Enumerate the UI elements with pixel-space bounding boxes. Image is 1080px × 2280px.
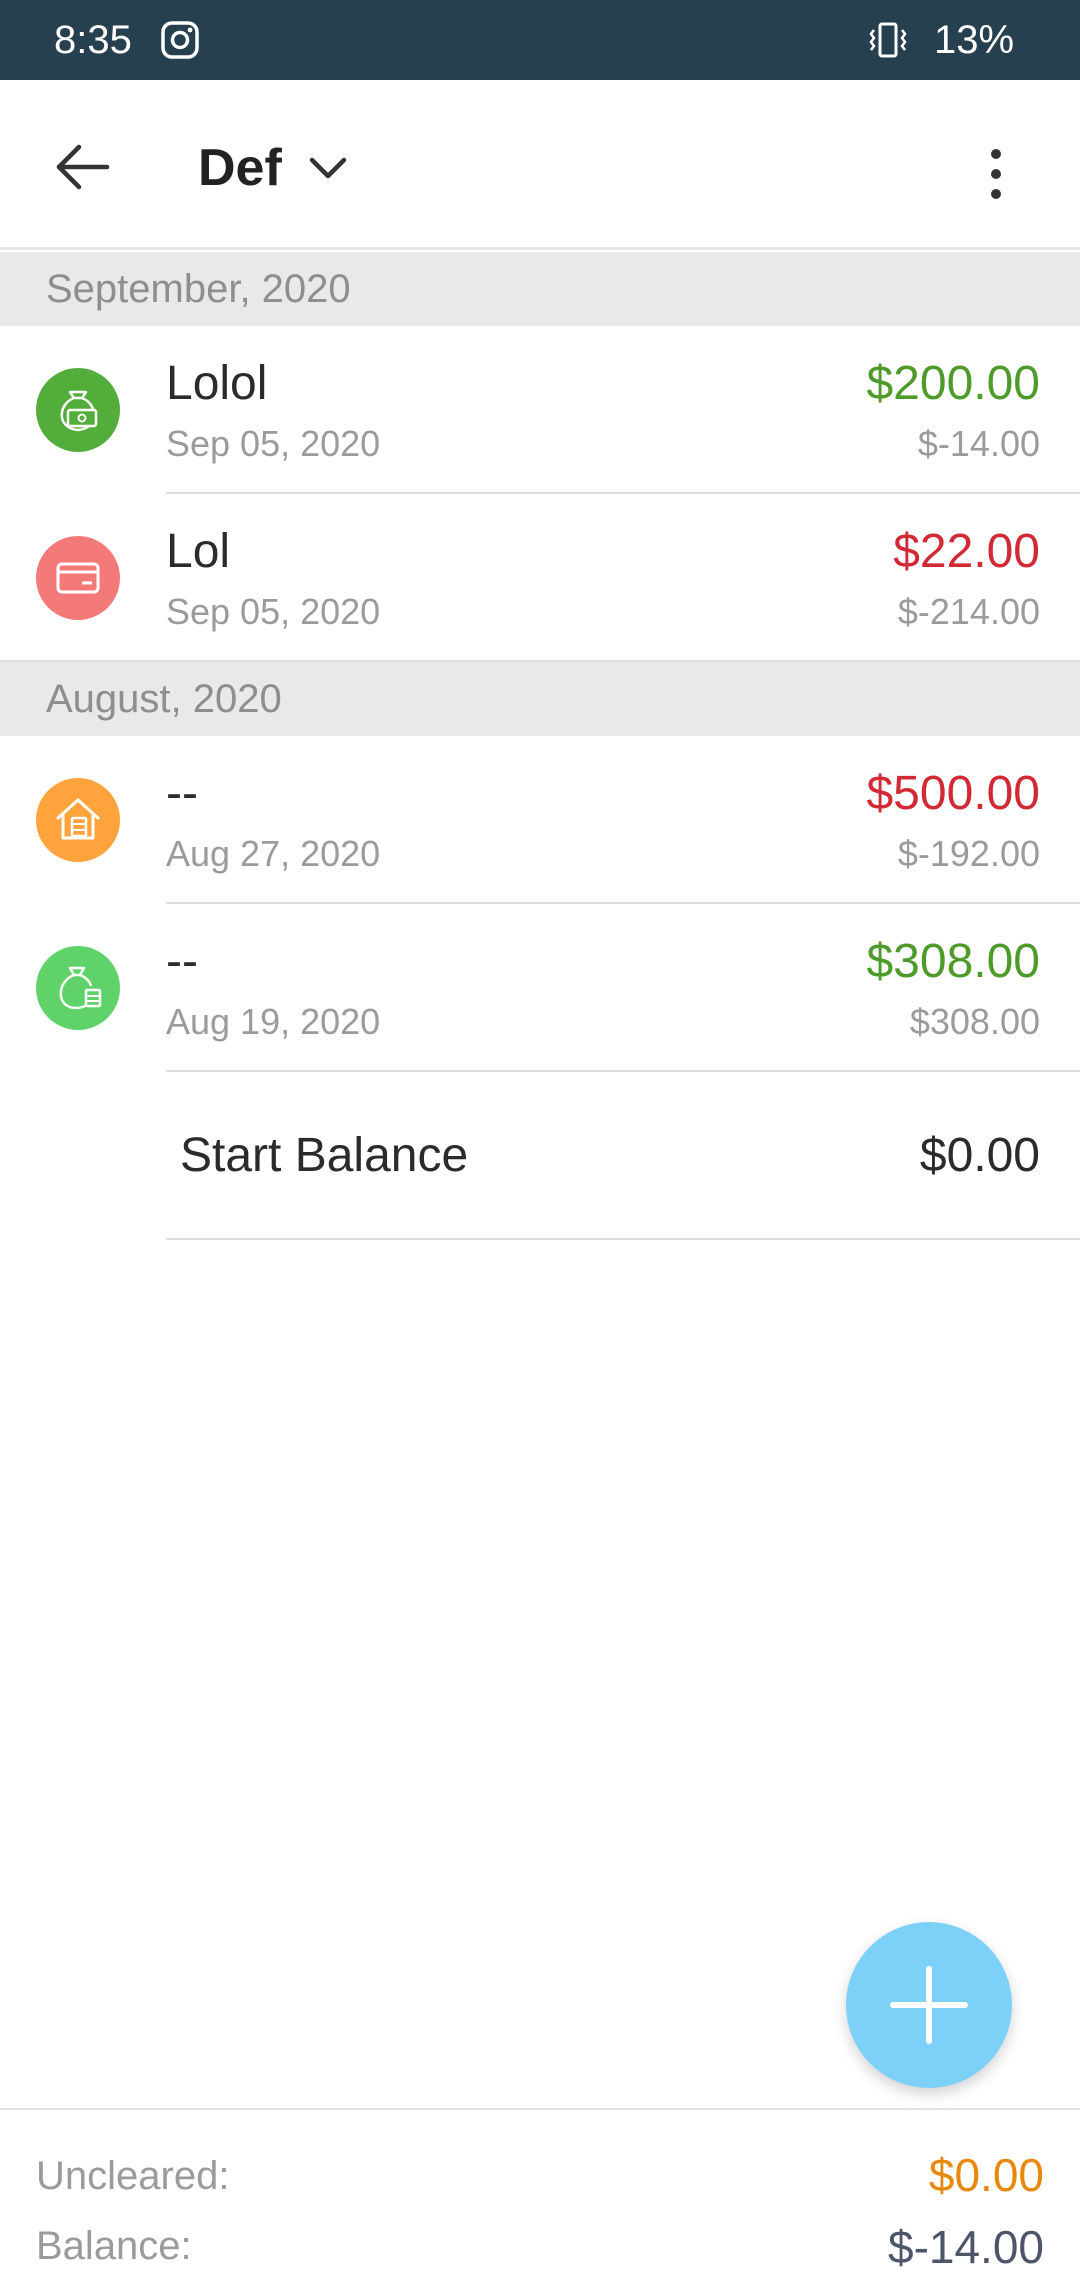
house-coins-icon [36, 778, 120, 862]
transaction-amount: $22.00 [893, 525, 1040, 578]
transaction-date: Sep 05, 2020 [166, 423, 381, 464]
transaction-amount: $200.00 [866, 357, 1040, 410]
transaction-row[interactable]: -- Aug 27, 2020 $500.00 $-192.00 [0, 736, 1080, 904]
transaction-date: Aug 19, 2020 [166, 1001, 381, 1042]
section-header: August, 2020 [0, 662, 1080, 736]
start-balance-row: Start Balance $0.00 [0, 1072, 1080, 1240]
running-balance: $-192.00 [897, 833, 1040, 874]
battery-level: 13% [934, 18, 1015, 62]
transaction-date: Sep 05, 2020 [166, 591, 381, 632]
money-bag-coins-icon [36, 946, 120, 1030]
back-button[interactable] [40, 124, 126, 210]
transaction-row[interactable]: Lol Sep 05, 2020 $22.00 $-214.00 [0, 494, 1080, 662]
running-balance: $-214.00 [897, 591, 1040, 632]
app-bar: Def [0, 80, 1080, 250]
balance-footer: Uncleared: $0.00 Balance: $-14.00 [0, 2108, 1080, 2280]
running-balance: $308.00 [909, 1001, 1040, 1042]
credit-card-icon [36, 536, 120, 620]
transaction-amount: $308.00 [866, 935, 1040, 988]
divider [166, 1238, 1080, 1240]
money-bag-cash-icon [36, 368, 120, 452]
page-title: Def [198, 139, 282, 197]
transaction-amount: $500.00 [866, 767, 1040, 820]
screen: 8:35 13% Def September, 2020 Lolol Sep 0… [0, 0, 1080, 2280]
start-balance-label: Start Balance [180, 1129, 469, 1182]
transaction-name: -- [166, 935, 198, 988]
back-arrow-icon [56, 144, 110, 190]
transaction-name: -- [166, 767, 198, 820]
account-selector[interactable]: Def [198, 130, 348, 206]
start-balance-value: $0.00 [919, 1129, 1040, 1182]
section-header: September, 2020 [0, 252, 1080, 326]
transaction-name: Lol [166, 525, 231, 578]
transaction-name: Lolol [166, 357, 268, 410]
chevron-down-icon [309, 157, 347, 179]
add-transaction-button[interactable] [846, 1922, 1012, 2088]
more-vert-icon [991, 149, 1001, 199]
status-bar: 8:35 13% [0, 0, 1080, 80]
transaction-date: Aug 27, 2020 [166, 833, 381, 874]
uncleared-value: $0.00 [928, 2149, 1044, 2201]
uncleared-label: Uncleared: [36, 2154, 230, 2198]
balance-value: $-14.00 [887, 2221, 1044, 2273]
transaction-row[interactable]: Lolol Sep 05, 2020 $200.00 $-14.00 [0, 326, 1080, 494]
balance-label: Balance: [36, 2224, 192, 2268]
running-balance: $-14.00 [917, 423, 1040, 464]
vibrate-icon [866, 18, 910, 62]
plus-icon [890, 1966, 968, 2044]
status-time: 8:35 [54, 18, 132, 62]
more-options-button[interactable] [964, 132, 1028, 216]
transaction-row[interactable]: -- Aug 19, 2020 $308.00 $308.00 [0, 904, 1080, 1072]
instagram-icon [160, 20, 200, 60]
